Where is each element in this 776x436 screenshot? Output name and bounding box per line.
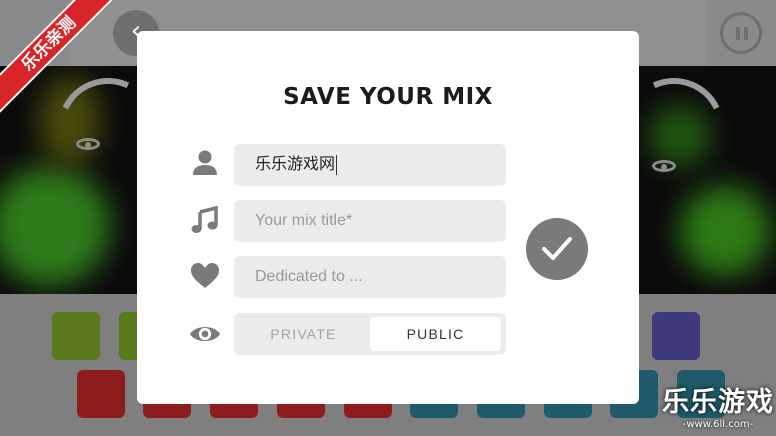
- author-name-field[interactable]: 乐乐游戏网: [234, 144, 506, 186]
- author-name-value: 乐乐游戏网: [255, 156, 336, 173]
- site-watermark: 乐乐游戏 -www.6ll.com-: [660, 388, 776, 436]
- public-option[interactable]: PUBLIC: [370, 317, 501, 351]
- watermark-url: -www.6ll.com-: [682, 419, 754, 430]
- visibility-toggle: PRIVATE PUBLIC: [234, 313, 506, 355]
- dialog-title: SAVE YOUR MIX: [283, 84, 493, 110]
- text-caret: [336, 154, 338, 175]
- watermark-brand: 乐乐游戏: [662, 387, 774, 418]
- save-mix-dialog: SAVE YOUR MIX 乐乐游戏网 Your mix title* Dedi…: [137, 31, 639, 404]
- person-icon: [193, 150, 217, 175]
- mix-title-input[interactable]: Your mix title*: [234, 200, 506, 242]
- private-option[interactable]: PRIVATE: [238, 317, 369, 351]
- checkmark-icon: [542, 237, 572, 260]
- confirm-save-button[interactable]: [526, 218, 588, 280]
- heart-icon: [191, 263, 219, 288]
- pause-button[interactable]: [720, 12, 762, 54]
- dedication-placeholder: Dedicated to ...: [255, 268, 363, 285]
- dedication-input[interactable]: Dedicated to ...: [234, 256, 506, 298]
- mix-title-placeholder: Your mix title*: [255, 212, 353, 229]
- eye-icon: [189, 326, 221, 342]
- music-note-icon: [191, 205, 218, 233]
